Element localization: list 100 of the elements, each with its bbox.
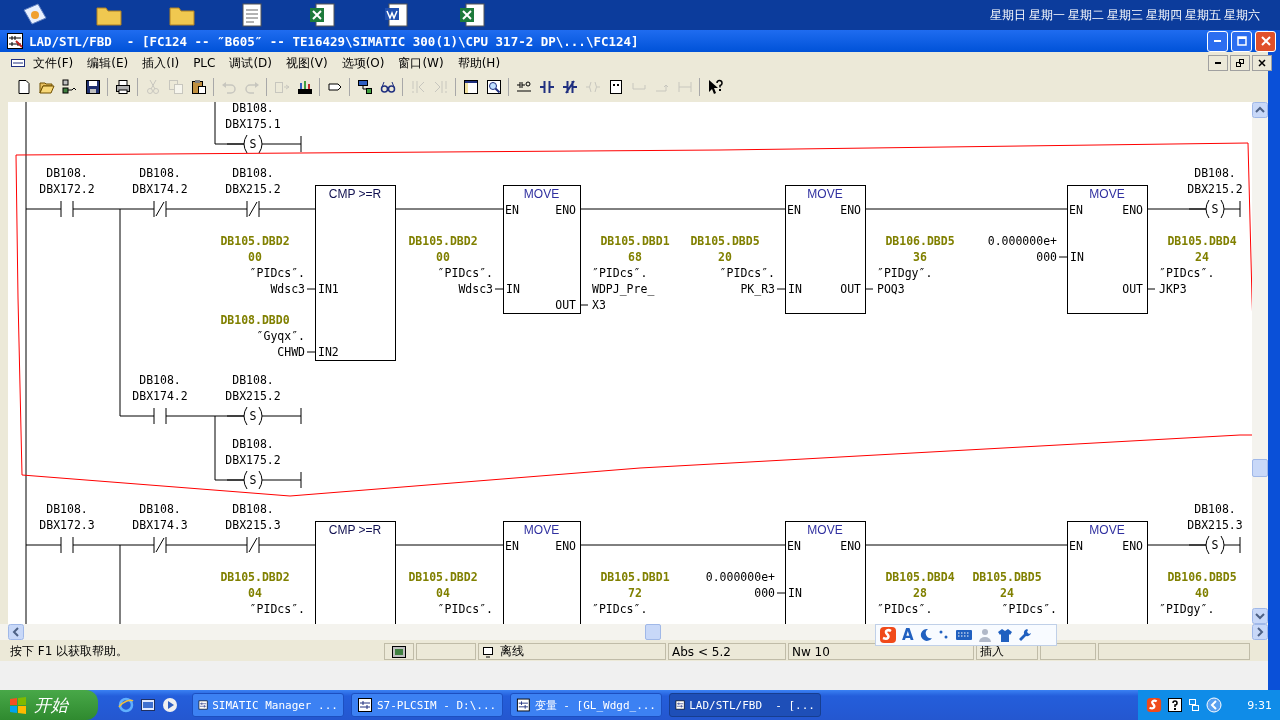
weekday-label: 星期三 xyxy=(1107,6,1143,24)
set-coil[interactable]: S xyxy=(1188,535,1225,555)
function-box[interactable] xyxy=(785,521,866,624)
set-coil[interactable]: S xyxy=(226,406,263,426)
pin-label: OUT xyxy=(1122,282,1143,296)
glasses-icon xyxy=(379,79,396,95)
restore-button[interactable] xyxy=(1230,55,1250,71)
operand-label: DB108. xyxy=(46,502,88,516)
taskbar-button[interactable]: LAD/STL/FBD - [... xyxy=(669,693,821,717)
status-panel xyxy=(416,643,476,660)
undo-icon xyxy=(220,79,237,95)
set-coil[interactable]: S xyxy=(1188,199,1225,219)
weekday-label: 星期日 xyxy=(990,6,1026,24)
address-label: 72 xyxy=(628,586,642,600)
pin-label: EN xyxy=(787,539,801,553)
menu-item[interactable]: 选项(O) xyxy=(334,54,392,72)
menu-item[interactable]: 窗口(W) xyxy=(391,54,451,72)
input-method-logo[interactable] xyxy=(1146,697,1162,713)
symbol-label: ″PIDcs″. xyxy=(249,266,305,280)
input-mode-toggle[interactable]: A xyxy=(902,626,914,644)
close-icon xyxy=(1258,59,1266,67)
media-player-icon[interactable] xyxy=(162,697,178,713)
taskbar-button[interactable]: 变量 - [GL_Wdgd_... xyxy=(510,693,662,717)
scroll-left-icon[interactable] xyxy=(8,624,24,640)
spreadsheet-icon[interactable] xyxy=(308,2,338,28)
normally-open-contact[interactable] xyxy=(60,200,74,218)
wire xyxy=(261,479,302,481)
moon-icon[interactable] xyxy=(918,628,933,642)
function-box[interactable] xyxy=(1067,521,1148,624)
symbol-label: ″PIDcs″. xyxy=(1159,266,1215,280)
start-button[interactable]: 开始 xyxy=(0,690,98,720)
paste-icon xyxy=(190,79,207,95)
pin-label: OUT xyxy=(555,298,576,312)
symbol-label: Wdsc3 xyxy=(270,282,305,296)
menu-item[interactable]: 帮助(H) xyxy=(450,54,508,72)
maximize-button[interactable] xyxy=(1231,30,1252,52)
monitor-icon xyxy=(296,79,313,95)
wrench-icon[interactable] xyxy=(1017,628,1032,642)
normally-open-contact[interactable] xyxy=(60,536,74,554)
vertical-scrollbar[interactable] xyxy=(1252,102,1268,624)
windows-icon[interactable] xyxy=(1188,698,1200,712)
document-menu-icon[interactable] xyxy=(10,56,26,70)
address-label: 00 xyxy=(248,250,262,264)
menu-item[interactable]: PLC xyxy=(186,56,223,70)
function-box[interactable] xyxy=(315,521,396,624)
keyboard-icon[interactable] xyxy=(954,628,973,642)
coil-icon xyxy=(584,79,601,95)
value-label: 0.000000e+ xyxy=(987,234,1057,248)
shirt-icon[interactable] xyxy=(996,628,1013,642)
spreadsheet-icon[interactable] xyxy=(458,2,488,28)
scroll-right-icon[interactable] xyxy=(1252,624,1268,640)
menu-item[interactable]: 调试(D) xyxy=(222,54,280,72)
network-icon xyxy=(356,79,373,95)
normally-closed-contact[interactable] xyxy=(153,200,167,218)
address-label: 68 xyxy=(628,250,642,264)
set-coil[interactable]: S xyxy=(226,470,263,490)
function-box[interactable] xyxy=(503,521,581,624)
function-box[interactable] xyxy=(1067,185,1148,314)
show-desktop-icon[interactable] xyxy=(140,697,156,713)
menu-item[interactable]: 视图(V) xyxy=(279,54,335,72)
normally-closed-contact[interactable] xyxy=(153,536,167,554)
browser-icon[interactable] xyxy=(118,697,134,713)
breakpoint-icon xyxy=(409,79,426,95)
wire xyxy=(261,143,302,145)
taskbar-button[interactable]: SIMATIC Manager ... xyxy=(192,693,344,717)
menu-item[interactable]: 文件(F) xyxy=(26,54,81,72)
help-cursor-icon xyxy=(706,79,723,95)
taskbar-button[interactable]: S7-PLCSIM - D:\... xyxy=(351,693,503,717)
address-label: 24 xyxy=(1000,586,1014,600)
scroll-up-icon[interactable] xyxy=(1252,102,1268,118)
close-button[interactable] xyxy=(1252,55,1272,71)
input-method-logo[interactable] xyxy=(879,626,897,644)
window-icon xyxy=(462,79,479,95)
set-coil[interactable]: S xyxy=(226,134,263,154)
menu-item[interactable]: 插入(I) xyxy=(135,54,187,72)
help-icon[interactable] xyxy=(1168,698,1182,712)
symbol-label: ″PIDcs″. xyxy=(437,266,493,280)
function-box[interactable] xyxy=(503,185,581,314)
normally-open-contact[interactable] xyxy=(153,407,167,425)
normally-closed-contact[interactable] xyxy=(246,200,260,218)
expand-tray-icon[interactable] xyxy=(1206,697,1222,713)
function-box[interactable] xyxy=(315,185,396,361)
scroll-thumb[interactable] xyxy=(645,624,661,640)
notepad-icon[interactable] xyxy=(241,2,263,28)
normally-closed-contact[interactable] xyxy=(246,536,260,554)
zoom-icon xyxy=(485,79,502,95)
address-label: DB106.DBD5 xyxy=(1167,570,1237,584)
function-box[interactable] xyxy=(785,185,866,314)
symbol-label: ″PIDcs″. xyxy=(719,266,775,280)
minimize-button[interactable] xyxy=(1208,55,1228,71)
address-label: DB105.DBD4 xyxy=(1167,234,1237,248)
menu-item[interactable]: 编辑(E) xyxy=(80,54,136,72)
pin-label: ENO xyxy=(1122,203,1143,217)
scroll-down-icon[interactable] xyxy=(1252,608,1268,624)
pin-label: ENO xyxy=(840,203,861,217)
symbol-label: CHWD xyxy=(277,345,305,359)
address-label: DB106.DBD5 xyxy=(885,234,955,248)
address-label: DB105.DBD5 xyxy=(972,570,1042,584)
scroll-thumb[interactable] xyxy=(1252,459,1268,477)
symbol-label: JKP3 xyxy=(1159,282,1187,296)
